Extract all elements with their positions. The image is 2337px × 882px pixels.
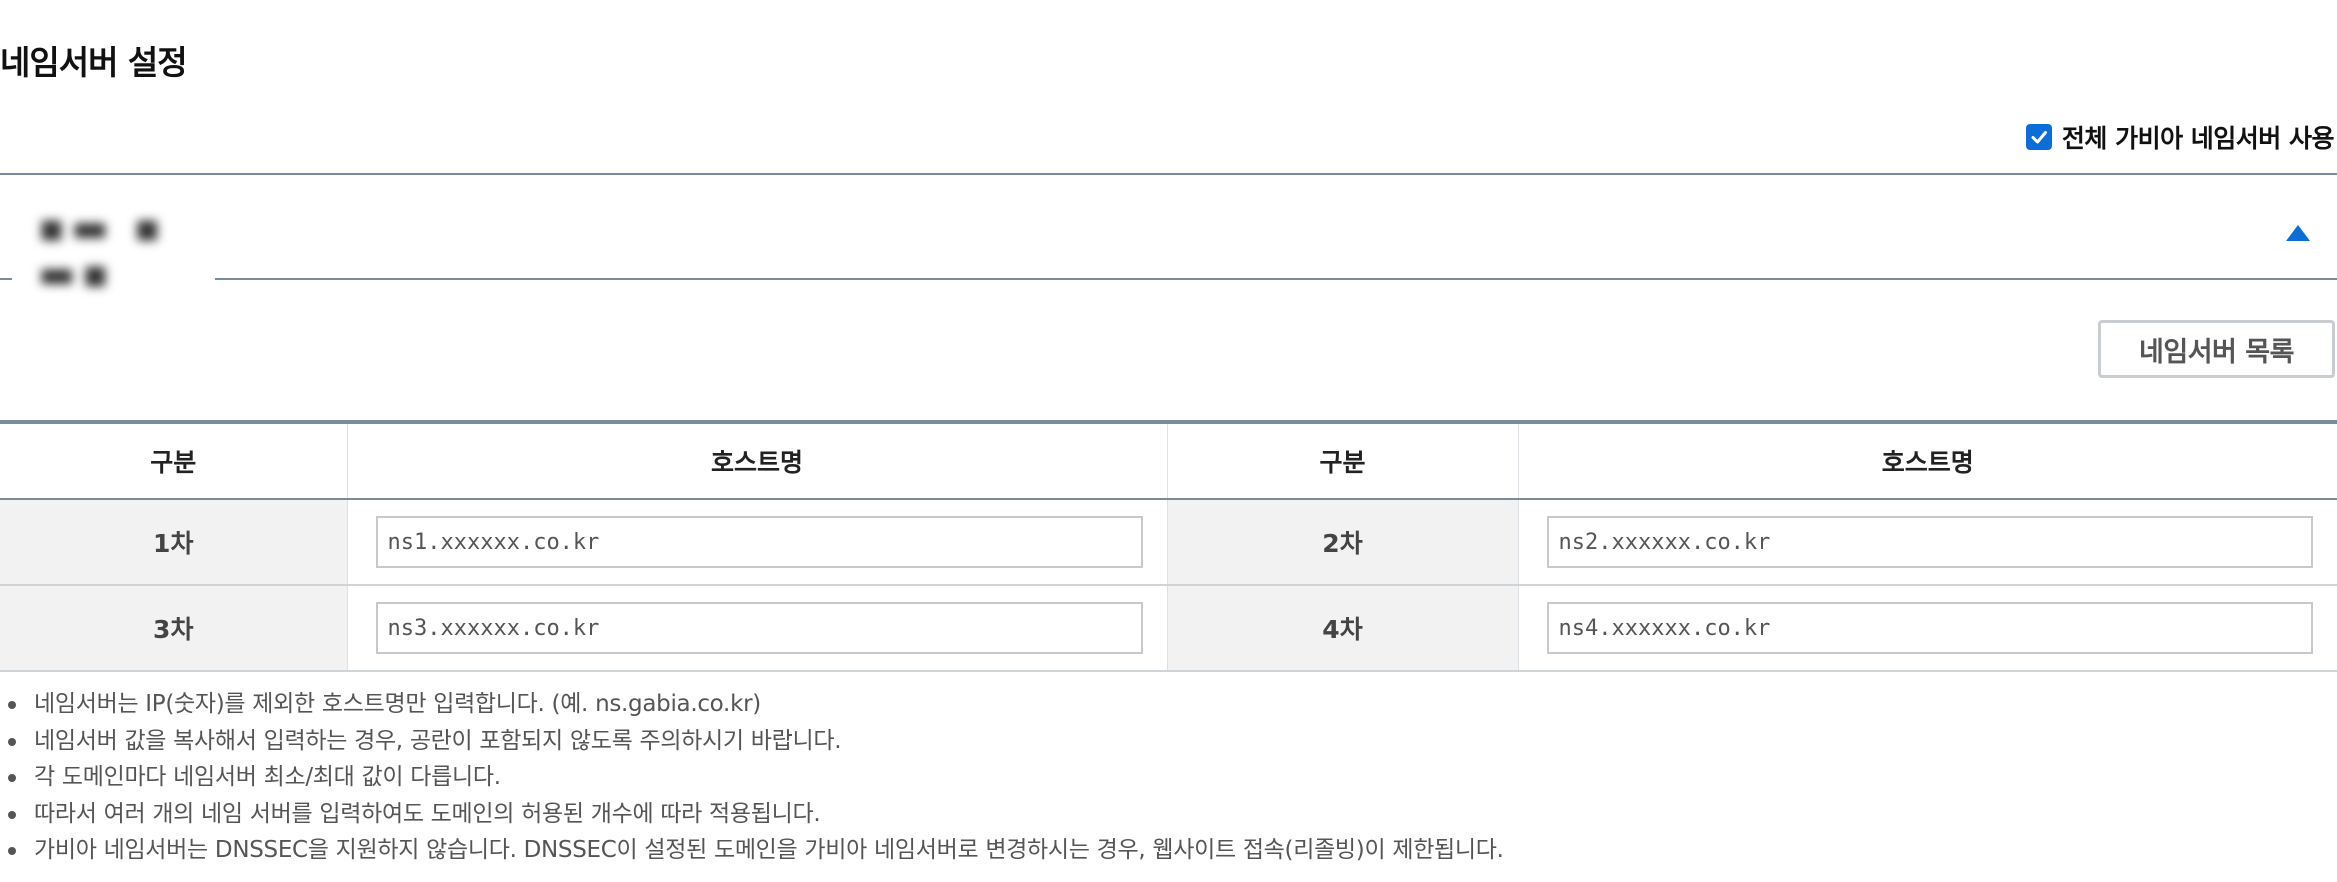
domain-accordion-header[interactable]: ▪▬ ▪ ▬▪: [0, 173, 2337, 297]
ns-order-label: 2차: [1166, 499, 1518, 586]
nameserver-settings-page: 네임서버 설정 전체 가비아 네임서버 사용 ▪▬ ▪ ▬▪ 네임서버 목록 구…: [0, 0, 2337, 882]
collapse-toggle[interactable]: [2285, 223, 2311, 243]
triangle-up-icon: [2286, 225, 2310, 241]
ns-order-label: 1차: [0, 499, 347, 586]
ns-host-cell: [1517, 499, 2337, 586]
domain-name-text: ▪▬ ▪ ▬▪: [38, 205, 167, 297]
nameserver-list-button[interactable]: 네임서버 목록: [2098, 320, 2335, 378]
ns-order-label: 4차: [1166, 585, 1518, 672]
note-item: 각 도메인마다 네임서버 최소/최대 값이 다릅니다.: [0, 759, 1504, 796]
use-all-gabia-ns-option[interactable]: 전체 가비아 네임서버 사용: [2025, 120, 2335, 154]
column-header-type: 구분: [0, 420, 347, 500]
nameserver-notes: 네임서버는 IP(숫자)를 제외한 호스트명만 입력합니다. (예. ns.ga…: [0, 686, 1504, 869]
ns-host-cell: [1517, 585, 2337, 672]
use-all-gabia-ns-checkbox[interactable]: [2025, 124, 2052, 150]
column-header-hostname: 호스트명: [346, 420, 1167, 500]
ns3-host-input[interactable]: [375, 602, 1143, 654]
column-header-type: 구분: [1166, 420, 1518, 500]
table-row: 1차 2차: [0, 499, 2337, 586]
note-item: 따라서 여러 개의 네임 서버를 입력하여도 도메인의 허용된 개수에 따라 적…: [0, 796, 1504, 833]
ns-order-label: 3차: [0, 585, 347, 672]
table-header-row: 구분 호스트명 구분 호스트명: [0, 420, 2337, 500]
ns-host-cell: [346, 499, 1167, 586]
page-title: 네임서버 설정: [0, 43, 188, 82]
table-row: 3차 4차: [0, 585, 2337, 672]
ns-host-cell: [346, 585, 1167, 672]
note-item: 가비아 네임서버는 DNSSEC을 지원하지 않습니다. DNSSEC이 설정된…: [0, 832, 1504, 869]
note-item: 네임서버는 IP(숫자)를 제외한 호스트명만 입력합니다. (예. ns.ga…: [0, 686, 1504, 723]
column-header-hostname: 호스트명: [1517, 420, 2337, 500]
ns2-host-input[interactable]: [1546, 516, 2313, 568]
use-all-gabia-ns-label: 전체 가비아 네임서버 사용: [2061, 124, 2335, 153]
note-item: 네임서버 값을 복사해서 입력하는 경우, 공란이 포함되지 않도록 주의하시기…: [0, 723, 1504, 760]
domain-name: ▪▬ ▪ ▬▪: [12, 175, 215, 297]
ns4-host-input[interactable]: [1546, 602, 2313, 654]
check-icon: [2031, 131, 2047, 144]
ns1-host-input[interactable]: [375, 516, 1143, 568]
nameserver-table: 구분 호스트명 구분 호스트명 1차 2차 3차: [0, 420, 2337, 672]
